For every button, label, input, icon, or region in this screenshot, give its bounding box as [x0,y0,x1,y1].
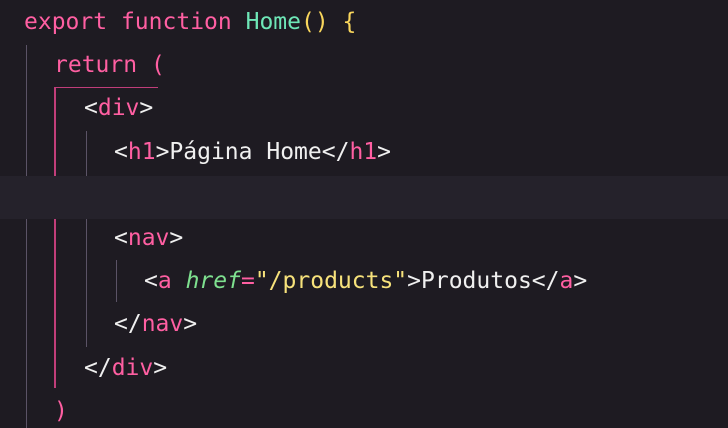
keyword-export: export [24,9,108,35]
tag-end-open: </ [531,268,560,294]
function-name: Home [245,9,301,35]
tag-name-nav: nav [127,225,170,251]
open-brace: { [342,9,357,35]
tag-close-bracket: > [573,268,588,294]
tag-close-bracket: > [183,311,198,337]
code-line[interactable]: ) [0,390,728,428]
tag-name-h1: h1 [127,139,156,165]
current-line[interactable] [0,176,728,219]
attr-equals: = [240,268,255,294]
code-line[interactable]: <nav> [0,217,728,260]
code-line[interactable]: export function Home() { [0,1,728,44]
tag-open-bracket: < [114,139,128,165]
open-paren: ( [150,52,165,78]
tag-name-h1-end: h1 [349,139,378,165]
code-line[interactable]: </nav> [0,303,728,346]
tag-close-bracket: > [407,268,422,294]
code-line[interactable]: <div> [0,87,728,130]
code-line[interactable]: </div> [0,347,728,390]
tag-open-bracket: < [84,95,98,121]
tag-name-div: div [97,95,140,121]
tag-end-open: </ [321,139,350,165]
tag-open-bracket: < [144,268,158,294]
parens: () [300,9,329,35]
tag-end-open: </ [84,355,112,381]
tag-open-bracket: < [114,225,128,251]
code-line[interactable]: return ( [0,44,728,87]
attr-value: "/products" [254,268,408,294]
keyword-return: return [54,52,138,78]
tag-close-bracket: > [169,225,184,251]
tag-close-bracket: > [155,139,170,165]
keyword-function: function [120,9,232,35]
tag-name-nav-end: nav [141,311,184,337]
code-line[interactable]: <h1>Página Home</h1> [0,131,728,174]
attr-href: href [185,268,241,294]
heading-text: Página Home [169,139,322,165]
tag-name-a-end: a [559,268,574,294]
code-editor[interactable]: export function Home() { return ( <div> … [0,0,728,428]
tag-close-bracket: > [139,95,154,121]
tag-name-a: a [157,268,172,294]
close-paren: ) [54,398,68,424]
tag-name-div-end: div [111,355,154,381]
link-text: Produtos [421,268,532,294]
code-line[interactable]: <a href="/products">Produtos</a> [0,260,728,303]
tag-close-bracket: > [153,355,168,381]
tag-close-bracket: > [377,139,392,165]
tag-end-open: </ [114,311,142,337]
